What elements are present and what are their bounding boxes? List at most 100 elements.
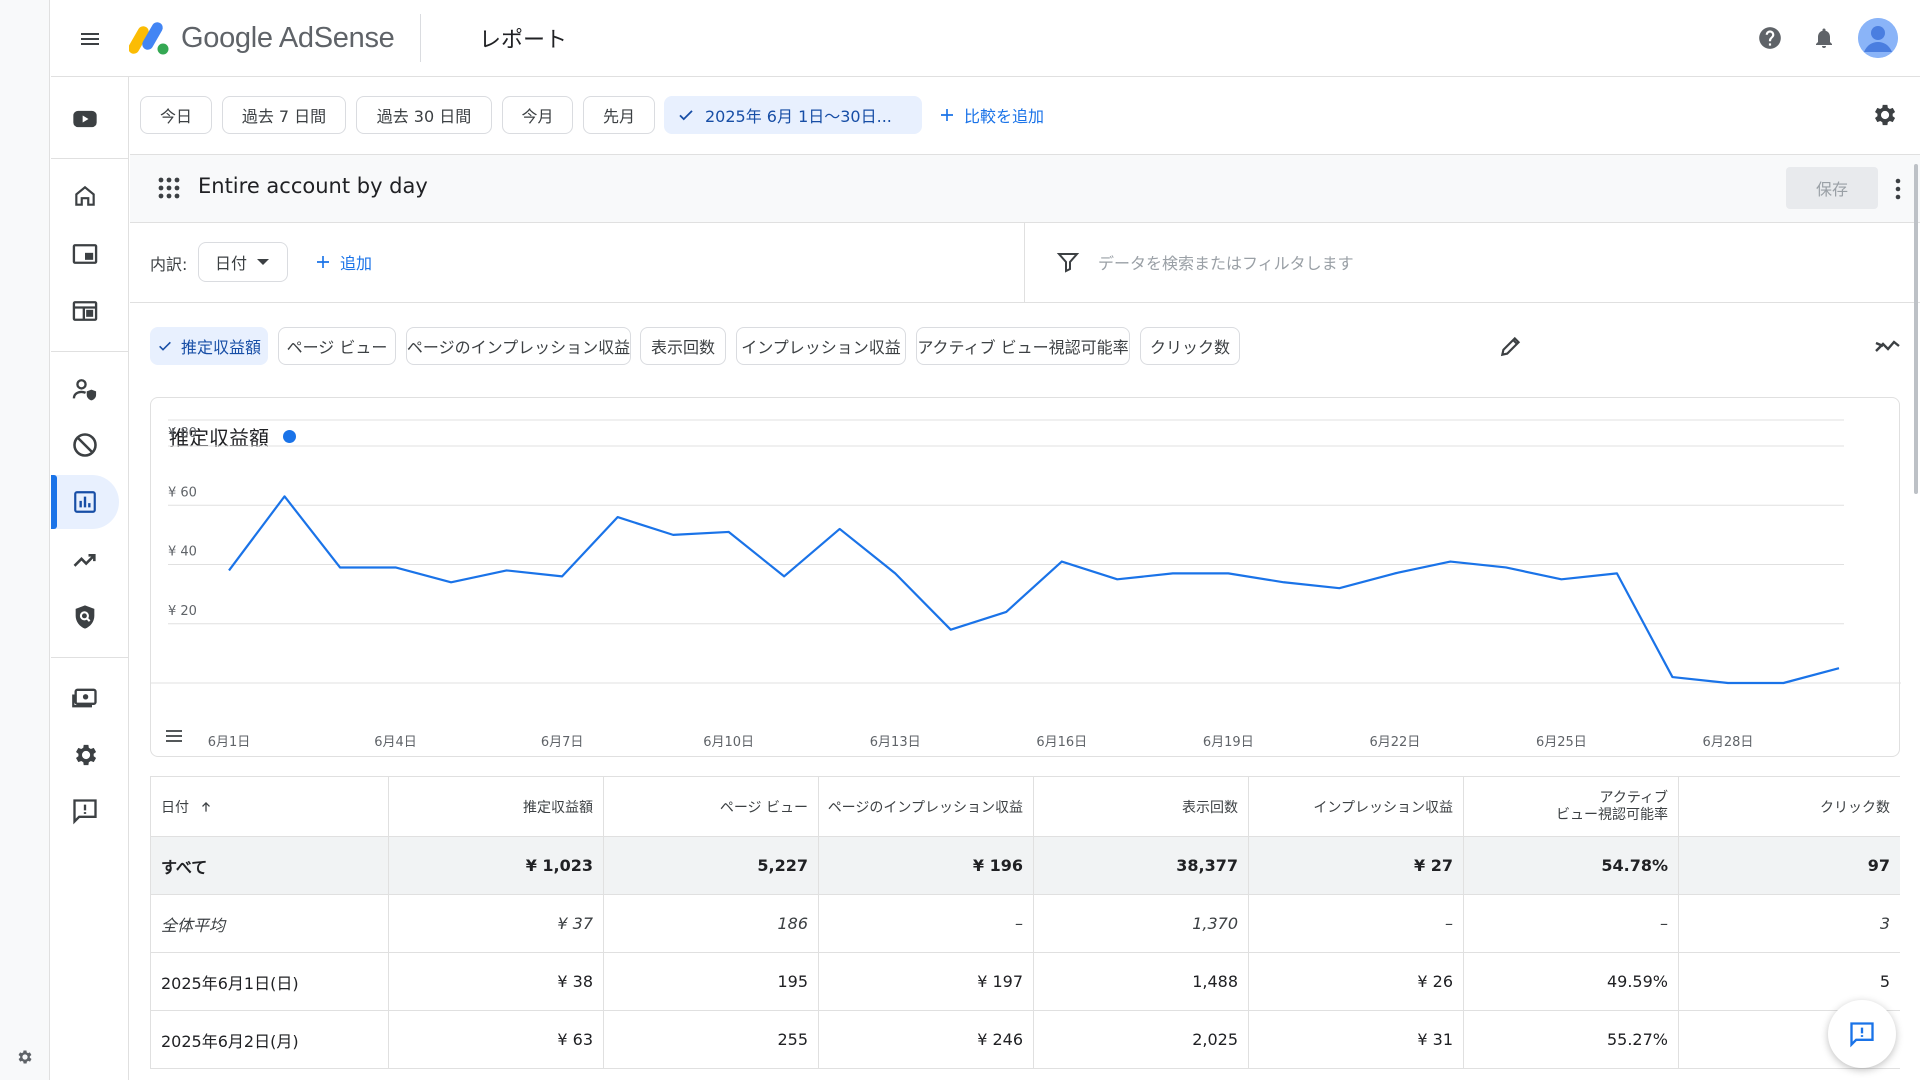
- chart-table-toggle[interactable]: [165, 728, 183, 747]
- sites-icon: [72, 301, 98, 321]
- date-chip-last-7-days[interactable]: 過去 7 日間: [222, 96, 346, 134]
- filter-divider: [1024, 223, 1025, 303]
- column-header-estimated-earnings[interactable]: 推定収益額: [388, 776, 604, 837]
- table-row[interactable]: 2025年6月2日(月) ¥ 63 255 ¥ 246 2,025 ¥ 31 5…: [150, 1010, 1900, 1069]
- date-range-bar: 今日 過去 7 日間 過去 30 日間 今月 先月 2025年 6月 1日～30…: [130, 77, 1920, 155]
- column-header-clicks[interactable]: クリック数: [1678, 776, 1900, 837]
- nav-home[interactable]: [51, 169, 119, 223]
- table-cell: 38,377: [1033, 836, 1249, 895]
- report-table-wrap: 日付 推定収益額 ページ ビュー ページのインプレッション収益 表示回数 インプ…: [150, 776, 1900, 1080]
- column-header-page-rpm[interactable]: ページのインプレッション収益: [818, 776, 1034, 837]
- x-tick-label: 6月4日: [374, 735, 417, 750]
- nav-brand-safety[interactable]: [51, 590, 119, 644]
- table-cell: 2025年6月2日(月): [150, 1010, 389, 1069]
- add-comparison-button[interactable]: 比較を追加: [938, 103, 1044, 127]
- table-cell: 186: [603, 894, 819, 953]
- nav-settings[interactable]: [51, 728, 119, 782]
- nav-blocking-controls[interactable]: [51, 418, 119, 472]
- metric-chip-estimated-earnings[interactable]: 推定収益額: [150, 327, 268, 365]
- metric-chip-page-views[interactable]: ページ ビュー: [278, 327, 396, 365]
- home-icon: [75, 185, 95, 206]
- page-scrollbar[interactable]: [1914, 164, 1918, 494]
- nav-privacy-messages[interactable]: [51, 362, 119, 416]
- nav-youtube[interactable]: [51, 92, 119, 146]
- table-cell: 1,488: [1033, 952, 1249, 1011]
- table-cell: 54.78%: [1463, 836, 1679, 895]
- more-options-button[interactable]: [1884, 171, 1912, 207]
- filter-search-input[interactable]: [1098, 243, 1858, 283]
- date-chip-last-30-days[interactable]: 過去 30 日間: [356, 96, 492, 134]
- column-header-impression-rpm[interactable]: インプレッション収益: [1248, 776, 1464, 837]
- column-header-impressions[interactable]: 表示回数: [1033, 776, 1249, 837]
- optimization-icon: [73, 554, 96, 567]
- earnings-line-chart[interactable]: ¥ 80 ¥ 60 ¥ 40 ¥ 20 6月1日 6月4日 6月7日 6月10日 6月13日 6月…: [151, 398, 1901, 758]
- x-tick-label: 6月10日: [703, 735, 754, 750]
- table-cell: ¥ 26: [1248, 952, 1464, 1011]
- feedback-fab[interactable]: [1828, 1000, 1896, 1068]
- filter-icon[interactable]: [1056, 250, 1080, 278]
- chart-type-button[interactable]: [1874, 333, 1902, 363]
- table-header-row: 日付 推定収益額 ページ ビュー ページのインプレッション収益 表示回数 インプ…: [150, 776, 1900, 837]
- table-cell: 5,227: [603, 836, 819, 895]
- nav-ads[interactable]: [51, 227, 119, 281]
- date-chip-last-month[interactable]: 先月: [583, 96, 655, 134]
- report-header: Entire account by day 保存: [130, 155, 1920, 223]
- metric-chip-active-view-viewable[interactable]: アクティブ ビュー視認可能率: [916, 327, 1130, 365]
- table-cell: ¥ 63: [388, 1010, 604, 1069]
- nav-payments[interactable]: [51, 671, 119, 725]
- breakdown-label: 内訳:: [150, 255, 188, 274]
- hamburger-icon: [81, 33, 99, 45]
- nav-sites[interactable]: [51, 284, 119, 338]
- dimension-select[interactable]: 日付: [198, 242, 288, 282]
- nav-feedback[interactable]: [51, 784, 119, 838]
- edit-metrics-button[interactable]: [1498, 333, 1524, 363]
- date-chip-today[interactable]: 今日: [140, 96, 212, 134]
- adsense-logo[interactable]: Google AdSense: [129, 18, 395, 58]
- metric-chip-page-rpm[interactable]: ページのインプレッション収益: [406, 327, 631, 365]
- nav-optimization[interactable]: [51, 533, 119, 587]
- report-type-button[interactable]: [158, 177, 180, 203]
- notifications-button[interactable]: [1804, 18, 1844, 58]
- y-tick-label: ¥ 20: [168, 604, 197, 619]
- x-tick-label: 6月25日: [1536, 735, 1587, 750]
- column-label: 日付: [161, 799, 189, 816]
- add-dimension-label: 追加: [340, 254, 373, 273]
- save-button[interactable]: 保存: [1786, 167, 1878, 209]
- table-cell: –: [1463, 894, 1679, 953]
- table-average-row: 全体平均 ¥ 37 186 – 1,370 – – 3: [150, 894, 1900, 953]
- chart-card: 推定収益額 ¥ 80 ¥ 60 ¥ 40 ¥ 20 6月1日 6月4日 6月7日 6月10日 6…: [150, 397, 1901, 758]
- date-chip-this-month[interactable]: 今月: [502, 96, 573, 134]
- nav-divider: [51, 351, 129, 352]
- y-tick-label: ¥ 60: [168, 485, 197, 500]
- report-settings-button[interactable]: [1866, 97, 1902, 133]
- bell-icon: [1816, 28, 1832, 48]
- side-strip: [0, 0, 50, 1080]
- table-row[interactable]: 2025年6月1日(日) ¥ 38 195 ¥ 197 1,488 ¥ 26 4…: [150, 952, 1900, 1011]
- strip-settings-icon[interactable]: [16, 1048, 34, 1066]
- avatar[interactable]: [1858, 18, 1898, 58]
- main-menu-button[interactable]: [75, 24, 105, 54]
- top-icons: [1750, 18, 1898, 58]
- report-table: 日付 推定収益額 ページ ビュー ページのインプレッション収益 表示回数 インプ…: [150, 776, 1900, 1069]
- column-header-active-view-viewable[interactable]: アクティブ ビュー視認可能率: [1463, 776, 1679, 837]
- series-line: [228, 495, 1840, 685]
- table-cell: –: [818, 894, 1034, 953]
- column-header-page-views[interactable]: ページ ビュー: [603, 776, 819, 837]
- date-chip-custom-range[interactable]: 2025年 6月 1日～30日...: [664, 96, 922, 134]
- payments-icon: [72, 688, 97, 708]
- metric-chip-impressions[interactable]: 表示回数: [640, 327, 726, 365]
- table-cell: ¥ 27: [1248, 836, 1464, 895]
- check-icon: [679, 110, 693, 121]
- add-comparison-label: 比較を追加: [964, 107, 1045, 126]
- metric-chip-clicks[interactable]: クリック数: [1140, 327, 1240, 365]
- help-button[interactable]: [1750, 18, 1790, 58]
- table-cell: 49.59%: [1463, 952, 1679, 1011]
- nav-reports[interactable]: [51, 475, 119, 529]
- column-header-date[interactable]: 日付: [150, 776, 389, 837]
- table-cell: 195: [603, 952, 819, 1011]
- table-cell: 97: [1678, 836, 1900, 895]
- metric-chip-impression-rpm[interactable]: インプレッション収益: [736, 327, 906, 365]
- y-tick-label: ¥ 40: [168, 545, 197, 560]
- add-dimension-button[interactable]: 追加: [314, 250, 372, 274]
- plus-icon: [317, 256, 329, 268]
